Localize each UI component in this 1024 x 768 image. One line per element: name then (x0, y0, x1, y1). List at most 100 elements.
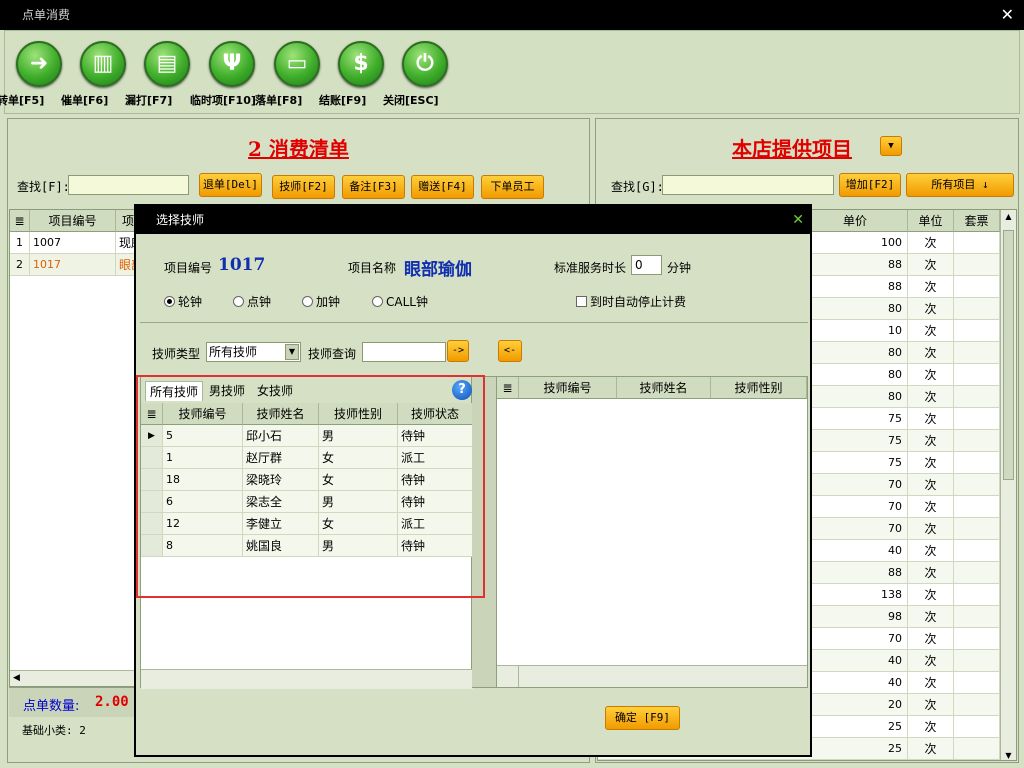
tech-name-cell: 邱小石 (243, 425, 319, 447)
radio-selected-icon (164, 296, 175, 307)
tab-male-technicians[interactable]: 男技师 (205, 381, 249, 401)
package-cell (954, 320, 1000, 342)
move-back-button[interactable]: <- (498, 340, 522, 362)
table-row[interactable]: 18 梁晓玲女待钟 (141, 469, 473, 491)
temp-item-icon: Ψ (209, 41, 255, 87)
unit-cell: 次 (908, 254, 954, 276)
package-cell (954, 342, 1000, 364)
tech-type-select[interactable]: 所有技师 ▼ (206, 342, 301, 362)
help-icon[interactable]: ? (452, 380, 472, 400)
radio-appointed[interactable]: 点钟 (233, 293, 271, 310)
package-cell (954, 716, 1000, 738)
app-window: 点单消费 ✕ ➜ 转单[F5] ▥ 催单[F6] ▤ 漏打[F7] Ψ 临时项[F10] ▭ 落单… (0, 0, 1024, 768)
scroll-down-icon[interactable]: ▼ (1001, 751, 1016, 760)
row-selector (141, 491, 163, 513)
scroll-thumb[interactable] (1003, 230, 1014, 480)
right-search-input[interactable] (662, 175, 834, 195)
tech-grid-footer (141, 669, 473, 689)
tech-name-cell: 梁志全 (243, 491, 319, 513)
tech-gender-cell: 男 (319, 535, 398, 557)
search-go-button[interactable]: -> (447, 340, 469, 362)
package-cell (954, 276, 1000, 298)
auto-stop-label: 到时自动停止计费 (590, 295, 687, 309)
col-selected-tech-gender: 技师性别 (711, 377, 807, 399)
tech-gender-cell: 女 (319, 469, 398, 491)
item-code-label: 项目编号 (164, 261, 213, 275)
checkout-button[interactable]: $ 结账[F9] (319, 41, 391, 107)
auto-stop-checkbox[interactable]: 到时自动停止计费 (576, 293, 686, 310)
window-close-icon[interactable]: ✕ (1001, 0, 1014, 30)
right-vscrollbar[interactable]: ▲ ▼ (1000, 210, 1016, 760)
package-cell (954, 650, 1000, 672)
all-items-button[interactable]: 所有项目 ↓ (906, 173, 1014, 197)
order-staff-button[interactable]: 下单员工 (481, 175, 544, 199)
temp-item-button[interactable]: Ψ 临时项[F10] (190, 41, 262, 107)
dialog-title: 选择技师 (156, 213, 205, 227)
table-row[interactable]: 12 李健立女派工 (141, 513, 473, 535)
chevron-down-icon[interactable]: ▼ (285, 344, 299, 360)
dialog-close-icon[interactable]: ✕ (792, 206, 804, 234)
current-row-icon: ▶ (141, 425, 163, 447)
item-code-value: 1017 (218, 255, 266, 275)
place-order-button[interactable]: ▭ 落单[F8] (255, 41, 327, 107)
selected-grid-footer (497, 665, 807, 687)
radio-extra[interactable]: 加钟 (302, 293, 340, 310)
radio-icon (233, 296, 244, 307)
tech-status-cell: 待钟 (398, 535, 473, 557)
refund-button[interactable]: 退单[Del] (199, 173, 262, 197)
unit-cell: 次 (908, 584, 954, 606)
unit-cell: 次 (908, 738, 954, 760)
confirm-button[interactable]: 确定 [F9] (605, 706, 680, 730)
place-order-icon: ▭ (274, 41, 320, 87)
row-selector-icon: ≣ (10, 210, 30, 232)
radio-rotation[interactable]: 轮钟 (164, 293, 202, 310)
radio-call[interactable]: CALL钟 (372, 293, 428, 310)
package-cell (954, 232, 1000, 254)
tech-query-input[interactable] (362, 342, 446, 362)
package-cell (954, 386, 1000, 408)
package-cell (954, 364, 1000, 386)
tech-gender-cell: 男 (319, 491, 398, 513)
gift-button[interactable]: 赠送[F4] (411, 175, 474, 199)
close-button[interactable]: ⏻ 关闭[ESC] (383, 41, 455, 107)
reprint-button[interactable]: ▤ 漏打[F7] (125, 41, 197, 107)
table-row[interactable]: ▶ 5 邱小石男待钟 (141, 425, 473, 447)
technician-button[interactable]: 技师[F2] (272, 175, 335, 199)
row-selector-icon: ≣ (141, 403, 163, 425)
unit-cell: 次 (908, 452, 954, 474)
tab-female-technicians[interactable]: 女技师 (253, 381, 297, 401)
tech-id-cell: 12 (163, 513, 243, 535)
tab-all-technicians[interactable]: 所有技师 (145, 381, 204, 401)
tech-id-cell: 18 (163, 469, 243, 491)
tech-name-cell: 姚国良 (243, 535, 319, 557)
note-button[interactable]: 备注[F3] (342, 175, 405, 199)
table-row[interactable]: 6 梁志全男待钟 (141, 491, 473, 513)
reprint-button-label: 漏打[F7] (125, 94, 173, 107)
duration-unit: 分钟 (667, 261, 692, 275)
tech-status-cell: 待钟 (398, 425, 473, 447)
unit-cell: 次 (908, 540, 954, 562)
duration-input[interactable]: 0 (631, 255, 662, 275)
add-item-button[interactable]: 增加[F2] (839, 173, 901, 197)
table-row[interactable]: 8 姚国良男待钟 (141, 535, 473, 557)
table-row[interactable]: 1 赵厅群女派工 (141, 447, 473, 469)
item-name-label: 项目名称 (348, 261, 397, 275)
col-selected-tech-name: 技师姓名 (617, 377, 711, 399)
unit-cell: 次 (908, 364, 954, 386)
package-cell (954, 474, 1000, 496)
urge-button[interactable]: ▥ 催单[F6] (61, 41, 133, 107)
unit-cell: 次 (908, 672, 954, 694)
tech-query-label: 技师查询 (308, 347, 357, 361)
package-cell (954, 540, 1000, 562)
unit-cell: 次 (908, 562, 954, 584)
scroll-up-icon[interactable]: ▲ (1001, 212, 1016, 221)
left-search-input[interactable] (68, 175, 189, 195)
tech-id-cell: 8 (163, 535, 243, 557)
close-button-label: 关闭[ESC] (383, 94, 439, 107)
unit-cell: 次 (908, 716, 954, 738)
selected-technician-grid: ≣ 技师编号 技师姓名 技师性别 (496, 376, 808, 688)
store-items-dropdown-icon[interactable]: ▼ (880, 136, 902, 156)
row-selector-icon: ≣ (497, 377, 519, 399)
transfer-button[interactable]: ➜ 转单[F5] (0, 41, 69, 107)
scroll-left-icon[interactable]: ◀ (13, 673, 20, 683)
